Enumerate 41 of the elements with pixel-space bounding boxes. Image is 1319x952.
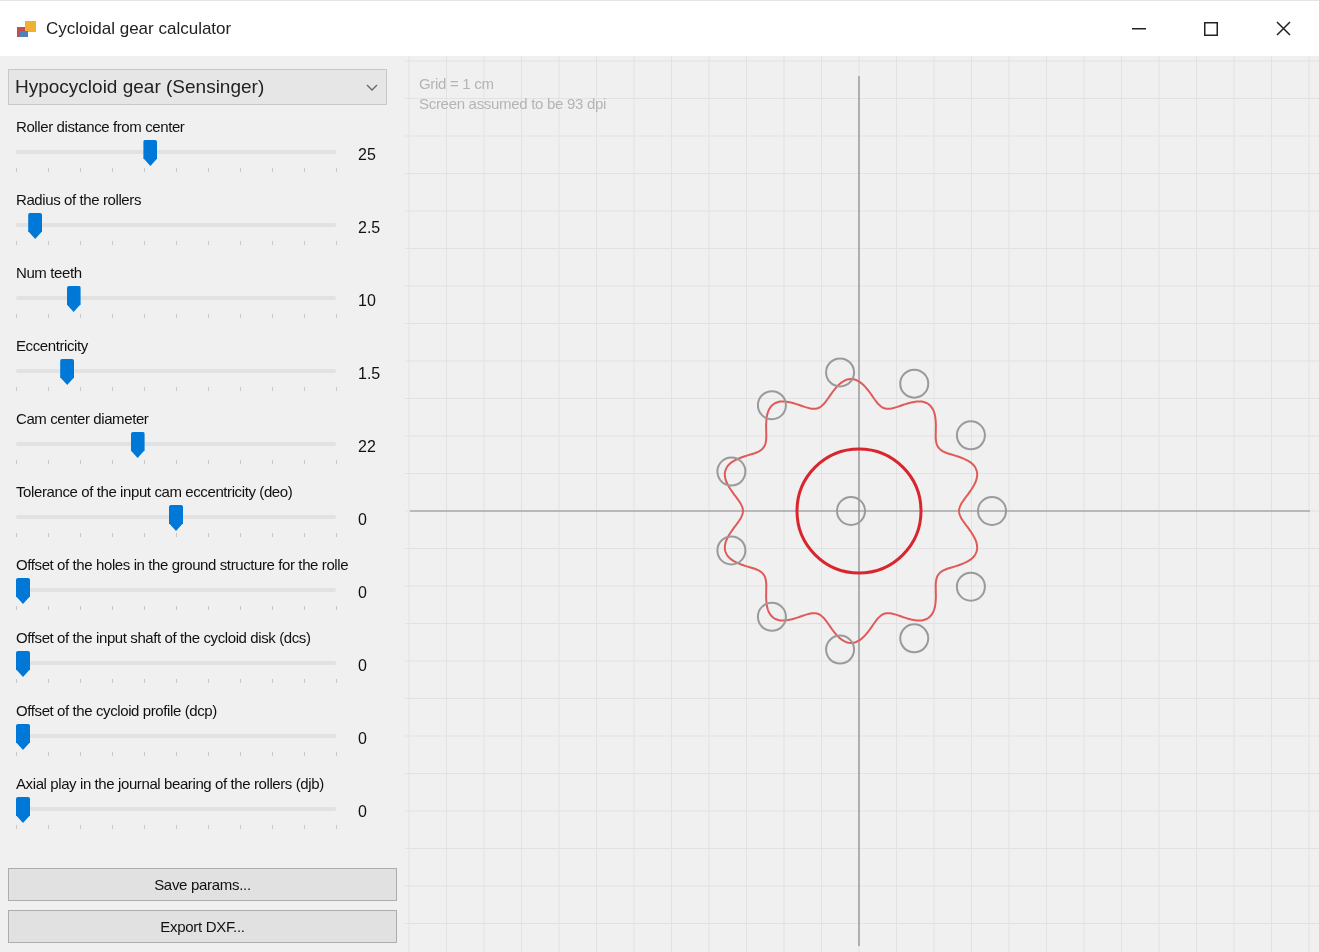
slider-value: 22 — [358, 438, 376, 456]
slider-value: 0 — [358, 511, 367, 529]
slider-label: Axial play in the journal bearing of the rollers (djb) — [16, 775, 325, 793]
canvas-info-text: Screen assumed to be 93 dpi — [419, 94, 607, 114]
gear-type-dropdown[interactable]: Hypocycloid gear (Sensinger) — [8, 69, 387, 105]
slider-label: Num teeth — [16, 264, 83, 282]
slider-thumb[interactable] — [16, 578, 30, 604]
slider-label: Roller distance from center — [16, 118, 186, 136]
canvas-info-text: Grid = 1 cm — [419, 74, 495, 94]
slider-label: Tolerance of the input cam eccentricity (deo) — [16, 483, 294, 501]
slider-value: 0 — [358, 803, 367, 821]
chevron-down-icon — [366, 83, 378, 91]
slider-label: Offset of the input shaft of the cycloid disk (dcs) — [16, 629, 312, 647]
slider-thumb[interactable] — [169, 505, 183, 531]
slider-thumb[interactable] — [16, 651, 30, 677]
slider-label: Eccentricity — [16, 337, 89, 355]
slider-label: Offset of the cycloid profile (dcp) — [16, 702, 218, 720]
slider-label: Offset of the holes in the ground structure for the rolle — [16, 556, 350, 574]
slider-thumb[interactable] — [66, 286, 81, 312]
slider-value: 10 — [358, 292, 376, 310]
close-icon — [1275, 21, 1291, 36]
slider-thumb[interactable] — [28, 213, 43, 239]
slider-thumb[interactable] — [60, 359, 75, 385]
maximize-icon — [1204, 21, 1218, 36]
window-title: Cycloidal gear calculator — [46, 18, 233, 39]
slider-thumb[interactable] — [130, 432, 145, 458]
slider-thumb[interactable] — [16, 797, 30, 823]
slider-value: 0 — [358, 730, 367, 748]
slider-thumb[interactable] — [16, 724, 30, 750]
slider-value: 0 — [358, 657, 367, 675]
action-button[interactable]: Save params... — [8, 868, 397, 901]
app-icon — [16, 18, 38, 39]
action-button[interactable]: Export DXF... — [8, 910, 397, 943]
slider-value: 0 — [358, 584, 367, 602]
slider-value: 2.5 — [358, 219, 381, 237]
slider-label: Radius of the rollers — [16, 191, 142, 209]
slider-label: Cam center diameter — [16, 410, 150, 428]
slider-value: 25 — [358, 146, 376, 164]
slider-thumb[interactable] — [143, 140, 158, 166]
slider-value: 1.5 — [358, 365, 381, 383]
minimize-icon — [1132, 27, 1146, 30]
